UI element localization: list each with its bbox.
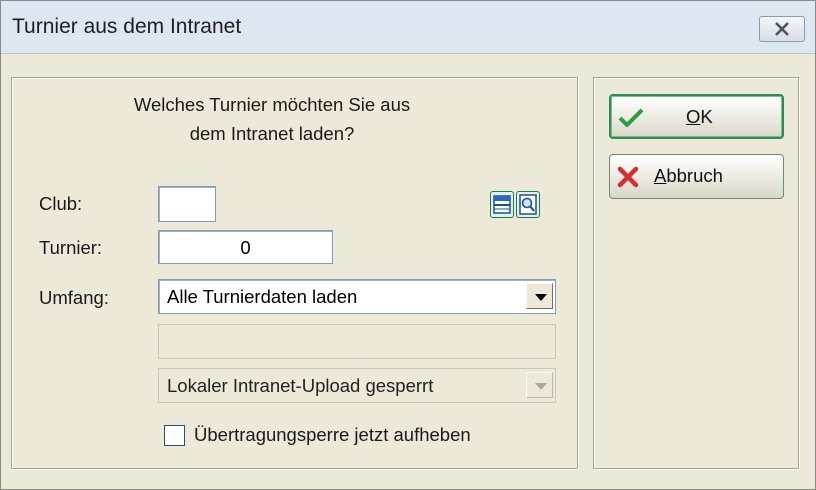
turnier-input[interactable]: 0 xyxy=(158,230,333,264)
turnier-label: Turnier: xyxy=(39,237,103,258)
upload-selected-value: Lokaler Intranet-Upload gesperrt xyxy=(167,375,434,396)
dialog-window: Turnier aus dem Intranet Welches Turnier… xyxy=(0,0,816,490)
title-bar[interactable]: Turnier aus dem Intranet xyxy=(1,1,815,54)
unlock-checkbox[interactable] xyxy=(164,425,185,446)
upload-select: Lokaler Intranet-Upload gesperrt xyxy=(158,368,556,403)
question-line-2: dem Intranet laden? xyxy=(189,123,355,144)
list-icon xyxy=(493,195,511,214)
umfang-dropdown-arrow[interactable] xyxy=(526,283,553,309)
question-line-1: Welches Turnier möchten Sie aus xyxy=(133,94,411,115)
ok-label: OK xyxy=(686,106,713,127)
club-label: Club: xyxy=(39,193,83,214)
unlock-checkbox-label[interactable]: Übertragungsperre jetzt aufheben xyxy=(194,424,471,446)
search-icon xyxy=(519,194,537,215)
umfang-select[interactable]: Alle Turnierdaten laden xyxy=(158,279,556,314)
info-field xyxy=(158,324,556,359)
cancel-label: Abbruch xyxy=(654,165,723,186)
cancel-button[interactable]: Abbruch xyxy=(609,154,784,199)
x-icon xyxy=(617,166,639,188)
umfang-selected-value: Alle Turnierdaten laden xyxy=(167,286,358,307)
list-button[interactable] xyxy=(490,191,514,218)
ok-button[interactable]: OK xyxy=(609,94,784,139)
window-title: Turnier aus dem Intranet xyxy=(12,15,242,38)
close-icon xyxy=(775,22,789,36)
search-button[interactable] xyxy=(516,191,540,218)
umfang-label: Umfang: xyxy=(39,287,109,308)
turnier-value: 0 xyxy=(240,237,251,258)
checkmark-icon xyxy=(618,108,644,127)
close-button[interactable] xyxy=(759,16,805,42)
club-input[interactable] xyxy=(158,186,216,222)
upload-dropdown-arrow xyxy=(526,372,553,398)
